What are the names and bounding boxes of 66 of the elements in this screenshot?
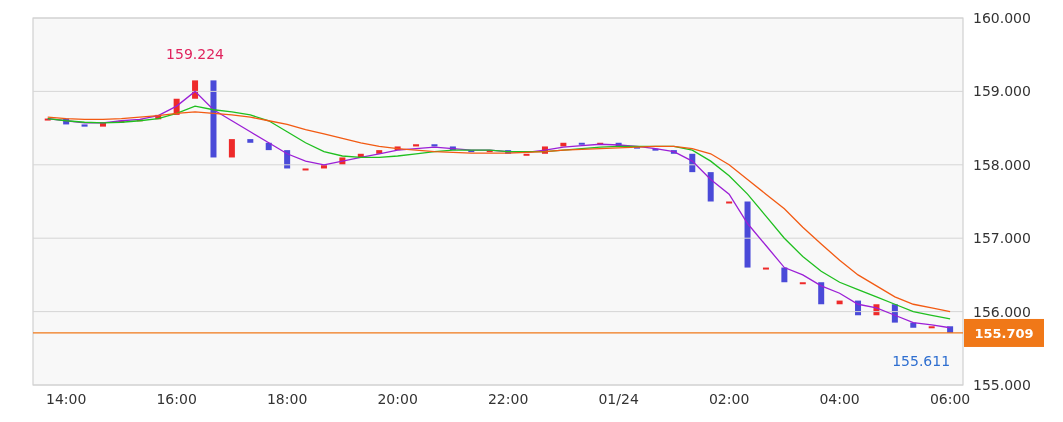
candle bbox=[855, 300, 862, 316]
x-axis-label: 01/24 bbox=[598, 391, 639, 407]
low-label: 155.611 bbox=[892, 353, 951, 370]
candle bbox=[486, 150, 493, 153]
candle bbox=[523, 153, 530, 156]
candle bbox=[468, 150, 475, 153]
candle bbox=[799, 282, 806, 285]
candle bbox=[339, 157, 346, 165]
candle bbox=[910, 322, 917, 328]
candle bbox=[836, 300, 843, 305]
candle bbox=[449, 146, 456, 151]
candle bbox=[597, 142, 604, 145]
candle bbox=[781, 267, 788, 283]
candle bbox=[707, 172, 714, 202]
candle bbox=[689, 153, 696, 173]
y-axis-label: 157.000 bbox=[973, 230, 1031, 247]
candle bbox=[320, 164, 327, 169]
candle bbox=[173, 98, 180, 115]
x-axis-label: 06:00 bbox=[929, 391, 971, 407]
candle bbox=[44, 118, 51, 121]
candle bbox=[578, 142, 585, 145]
candle bbox=[928, 326, 935, 329]
candle bbox=[63, 118, 70, 125]
candle bbox=[891, 304, 898, 323]
candle bbox=[284, 150, 291, 169]
x-axis-label: 22:00 bbox=[487, 391, 529, 407]
candle bbox=[505, 150, 512, 154]
candle bbox=[357, 153, 364, 158]
candle bbox=[155, 114, 162, 120]
candle bbox=[818, 282, 825, 305]
candle bbox=[670, 150, 677, 154]
candle bbox=[228, 139, 235, 158]
candle bbox=[192, 80, 199, 99]
price-label: 155.709 bbox=[974, 325, 1034, 341]
candle bbox=[762, 267, 769, 270]
candle bbox=[615, 142, 622, 147]
x-axis-label: 14:00 bbox=[45, 391, 87, 407]
x-axis-label: 20:00 bbox=[377, 391, 418, 407]
candle bbox=[652, 148, 659, 151]
candle bbox=[81, 124, 88, 127]
candle bbox=[265, 142, 272, 151]
candle bbox=[394, 146, 401, 151]
x-axis-label: 18:00 bbox=[266, 391, 308, 407]
y-axis-label: 156.000 bbox=[973, 303, 1031, 320]
candle bbox=[431, 144, 438, 147]
candle bbox=[376, 150, 383, 154]
candle bbox=[413, 144, 420, 147]
candle bbox=[247, 139, 254, 143]
candle bbox=[118, 120, 125, 123]
candle bbox=[744, 201, 751, 268]
y-axis-label: 155.000 bbox=[973, 377, 1031, 393]
y-axis-label: 158.000 bbox=[973, 156, 1031, 173]
candle bbox=[100, 122, 106, 127]
x-axis-label: 16:00 bbox=[156, 391, 197, 407]
candle bbox=[873, 304, 880, 316]
y-axis-label: 159.000 bbox=[973, 83, 1031, 100]
candle bbox=[302, 168, 309, 171]
candle bbox=[726, 201, 733, 204]
y-axis-label: 160.000 bbox=[973, 10, 1031, 26]
x-axis-label: 02:00 bbox=[708, 391, 750, 407]
x-axis-label: 04:00 bbox=[819, 391, 860, 407]
candle bbox=[947, 326, 954, 333]
candle bbox=[560, 142, 567, 147]
high-label: 159.224 bbox=[166, 45, 224, 62]
candle bbox=[541, 146, 548, 154]
candle bbox=[634, 146, 641, 149]
